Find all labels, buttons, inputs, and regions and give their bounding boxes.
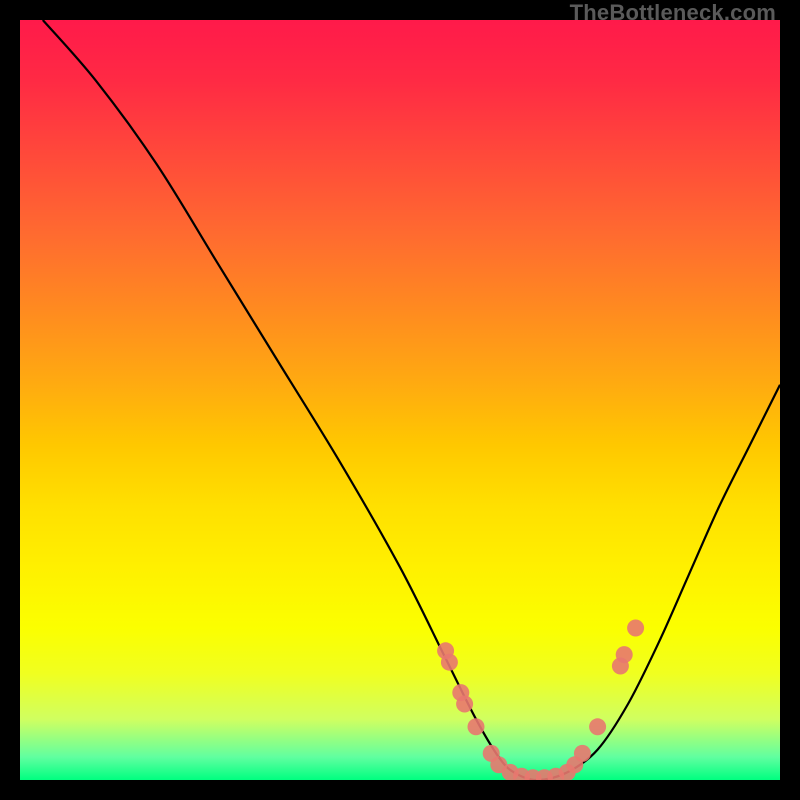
data-marker xyxy=(468,718,485,735)
bottleneck-curve xyxy=(43,20,780,780)
data-marker xyxy=(456,696,473,713)
plot-area xyxy=(20,20,780,780)
data-marker xyxy=(627,620,644,637)
data-marker xyxy=(616,646,633,663)
data-marker xyxy=(574,745,591,762)
marker-group xyxy=(437,620,644,781)
chart-container: TheBottleneck.com xyxy=(0,0,800,800)
data-marker xyxy=(441,654,458,671)
data-marker xyxy=(589,718,606,735)
chart-svg xyxy=(20,20,780,780)
